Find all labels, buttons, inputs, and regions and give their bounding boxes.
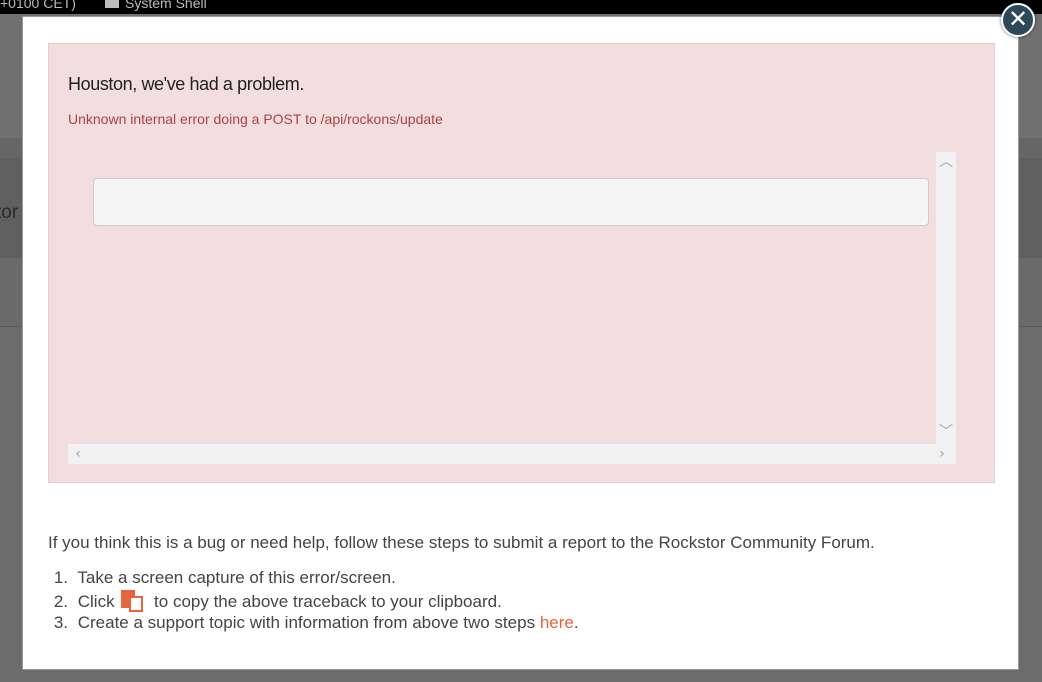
scroll-up-icon[interactable]: ︿: [936, 152, 956, 172]
close-icon[interactable]: ✕: [1001, 3, 1035, 37]
monitor-icon: [105, 0, 119, 9]
traceback-scroll-area[interactable]: ︿ ﹀ ‹ ›: [68, 152, 956, 464]
list-item: 2. Click to copy the above traceback to …: [54, 589, 579, 613]
list-item: 3. Create a support topic with informati…: [54, 612, 579, 635]
background-page-title-fragment: tor: [0, 202, 19, 223]
step-1-text: Take a screen capture of this error/scre…: [77, 568, 396, 587]
scroll-right-icon[interactable]: ›: [932, 444, 952, 464]
scroll-left-icon[interactable]: ‹: [68, 444, 88, 464]
scroll-down-icon[interactable]: ﹀: [936, 422, 956, 442]
support-link[interactable]: here: [540, 613, 574, 632]
horizontal-scrollbar[interactable]: ‹ ›: [68, 444, 945, 464]
close-glyph: ✕: [1007, 5, 1029, 33]
error-title: Houston, we've had a problem.: [68, 74, 304, 94]
copy-clipboard-icon[interactable]: [121, 589, 145, 612]
step-3-pre: Create a support topic with information …: [77, 613, 536, 632]
error-alert: Houston, we've had a problem. Unknown in…: [48, 43, 995, 483]
error-message: Unknown internal error doing a POST to /…: [68, 111, 443, 127]
vertical-scrollbar[interactable]: ︿ ﹀: [936, 152, 956, 464]
step-2-post: to copy the above traceback to your clip…: [154, 591, 502, 611]
background-topbar: +0100 CET) System Shell: [0, 0, 1042, 14]
step-number: 3.: [53, 613, 68, 632]
step-number: 2.: [53, 591, 68, 611]
step-3-post: .: [573, 613, 579, 632]
step-number: 1.: [53, 568, 68, 587]
topbar-system-shell-label: System Shell: [125, 0, 207, 11]
list-item: 1. Take a screen capture of this error/s…: [54, 567, 579, 590]
traceback-box: [93, 178, 929, 226]
help-steps: 1. Take a screen capture of this error/s…: [54, 567, 579, 635]
error-modal: Houston, we've had a problem. Unknown in…: [22, 16, 1019, 670]
step-2-pre: Click: [77, 591, 115, 611]
help-intro: If you think this is a bug or need help,…: [48, 533, 875, 552]
topbar-time-text: +0100 CET): [0, 0, 76, 11]
topbar-system-shell: System Shell: [105, 0, 207, 10]
